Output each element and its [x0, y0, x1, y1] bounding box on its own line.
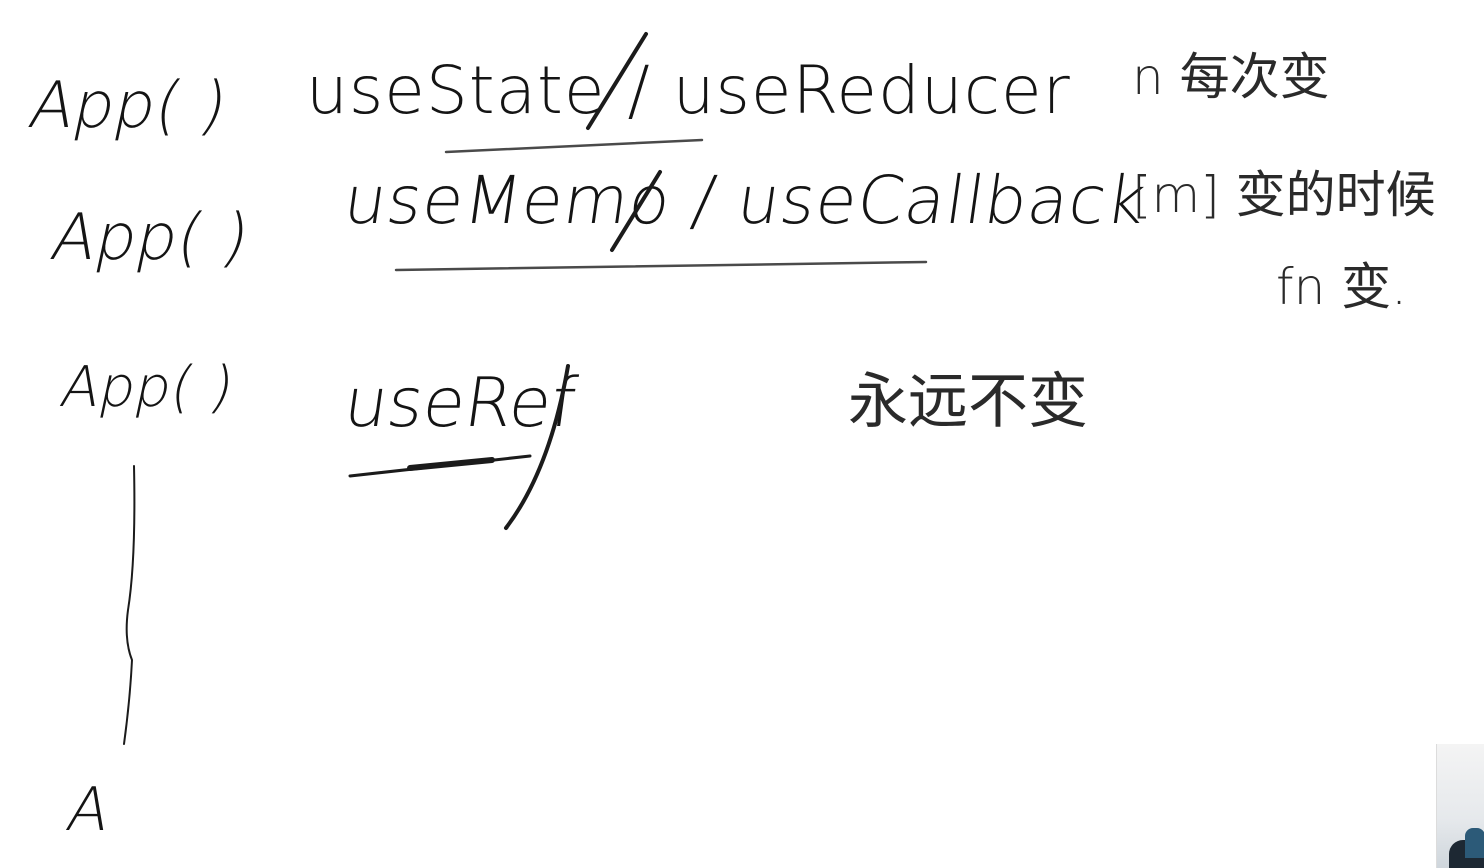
underline-usememo-usecallback: [394, 260, 928, 272]
underline-useref-thick: [407, 457, 495, 471]
webcam-background-shape: [1465, 828, 1484, 858]
ink-strokes: [123, 32, 928, 745]
webcam-thumbnail: [1436, 744, 1484, 868]
slash-memo-callback: [610, 170, 662, 252]
underline-usestate-usereducer: [444, 138, 704, 154]
whiteboard-canvas: App( ) App( ) App( ) A useState / useRed…: [0, 0, 1484, 868]
slash-state-reducer: [586, 32, 648, 130]
useref-f-tail: [504, 364, 570, 530]
timeline-line: [123, 465, 136, 745]
